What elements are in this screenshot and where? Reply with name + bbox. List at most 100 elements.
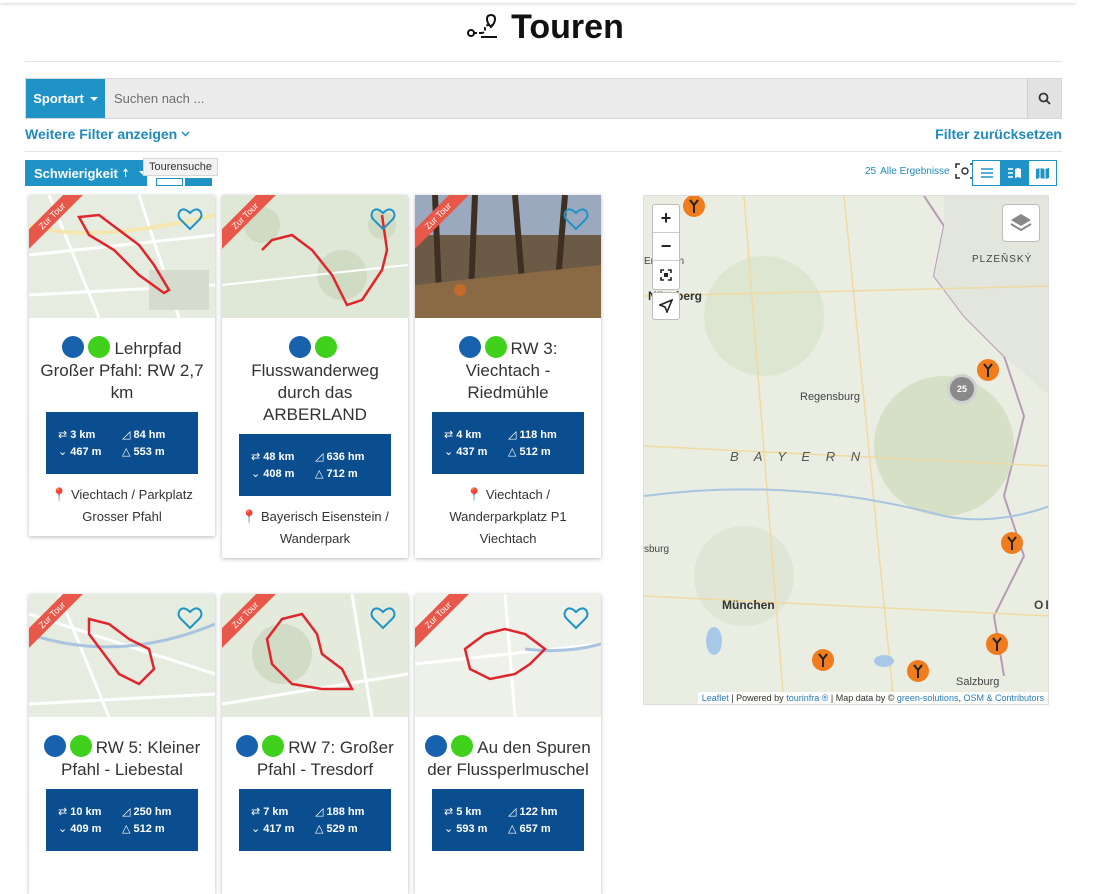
more-filters-link[interactable]: Weitere Filter anzeigen [25,126,190,142]
tour-marker-pin[interactable] [985,632,1009,656]
hiking-icon [289,336,311,358]
heart-icon[interactable] [370,207,396,231]
leaflet-link[interactable]: Leaflet [702,693,729,703]
heart-icon[interactable] [177,606,203,630]
tour-max-alt: 529 m [326,822,358,835]
ascent-icon: ◿ [315,806,324,818]
osm-link[interactable]: OSM & Contributors [963,693,1044,703]
list-icon [980,168,993,178]
search-input[interactable] [105,79,1027,118]
difficulty-easy-icon [262,735,285,757]
location-pin-icon: 📍 [241,509,258,524]
map-label-regensburg: Regensburg [800,391,860,403]
reset-filters-link[interactable]: Filter zurücksetzen [935,126,1062,142]
min-altitude-icon: ⌄ [58,446,68,458]
tour-max-alt: 512 m [133,822,165,835]
locate-button[interactable] [652,292,680,320]
difficulty-easy-icon [315,336,337,358]
fullscreen-button[interactable] [653,261,679,289]
tour-map-thumbnail: Zur Tour [415,594,601,717]
tour-ascent: 188 hm [326,805,365,818]
max-altitude-icon: △ [122,823,131,835]
max-altitude-icon: △ [315,468,324,480]
tour-card[interactable]: Zur Tour RW 5: Kleiner Pfahl - Liebestal… [29,594,215,894]
tour-card[interactable]: Zur Tour RW 3: Viechtach - Riedmühle ⇄ 4 … [415,195,601,558]
tour-title: Flusswanderweg durch das ARBERLAND [222,318,408,434]
max-altitude-icon: △ [315,823,324,835]
toggle-button[interactable] [185,178,212,186]
tour-title: Au den Spuren der Flussperlmuschel [415,717,601,789]
route-icon [467,13,498,38]
tour-stats: ⇄ 3 km ◿ 84 hm ⌄ 467 m △ 553 m [46,412,198,474]
list-map-view-button[interactable] [1000,160,1029,186]
tour-map-thumbnail: Zur Tour [222,195,408,318]
list-view-button[interactable] [972,160,1001,186]
tour-stats: ⇄ 7 km ◿ 188 hm ⌄ 417 m △ 529 m [239,789,391,851]
map-view-button[interactable] [1028,160,1057,186]
distance-icon: ⇄ [251,806,261,818]
difficulty-easy-icon [484,336,507,358]
zoom-out-button[interactable]: − [653,233,679,261]
map-label-ob: OB [1034,598,1048,612]
zoom-controls: + − [652,204,680,290]
max-altitude-icon: △ [508,823,517,835]
hiking-icon [458,336,481,358]
tour-ascent: 250 hm [133,805,172,818]
location-pin-icon: 📍 [51,487,68,502]
max-altitude-icon: △ [508,446,517,458]
tour-marker-pin[interactable] [976,358,1000,382]
heart-icon[interactable] [370,606,396,630]
hiking-icon [425,735,448,757]
tour-distance: 7 km [263,805,289,818]
heart-icon[interactable] [563,207,589,231]
sport-type-label: Sportart [33,91,84,106]
sport-type-dropdown[interactable]: Sportart [26,79,105,118]
heart-icon[interactable] [177,207,203,231]
heart-icon[interactable] [563,606,589,630]
tourinfra-link[interactable]: tourinfra ® [786,693,828,703]
more-filters-label: Weitere Filter anzeigen [25,126,178,142]
attribution-text: | Map data by © [830,693,895,703]
tour-card[interactable]: Zur Tour RW 7: Großer Pfahl - Tresdorf ⇄… [222,594,408,894]
zoom-in-button[interactable]: + [653,205,679,233]
tour-stats: ⇄ 4 km ◿ 118 hm ⌄ 437 m △ 512 m [432,412,584,474]
hiking-icon [43,735,66,757]
distance-icon: ⇄ [251,451,261,463]
tour-card[interactable]: Zur Tour Au den Spuren der Flussperlmusc… [415,594,601,894]
tour-marker-pin[interactable] [1000,531,1024,555]
toggle-button[interactable] [156,178,183,186]
min-altitude-icon: ⌄ [58,823,68,835]
sort-dropdown[interactable]: Schwierigkeit [25,160,147,186]
tour-card[interactable]: Zur Tour Flusswanderweg durch das ARBERL… [222,195,408,558]
difficulty-easy-icon [88,336,111,358]
tour-distance: 10 km [70,805,102,818]
min-altitude-icon: ⌄ [444,446,454,458]
map-label-augsburg: sburg [644,544,670,555]
tour-distance: 5 km [456,805,482,818]
layers-button[interactable] [1002,204,1040,242]
ascent-icon: ◿ [508,806,517,818]
tour-distance: 4 km [456,428,482,441]
map-label-bayern: B A Y E R N [730,449,867,464]
search-button[interactable] [1027,79,1061,118]
marker-cluster[interactable]: 25 [947,374,977,404]
green-solutions-link[interactable]: green-solutions [897,693,959,703]
tour-max-alt: 512 m [519,445,551,458]
tour-marker-pin[interactable] [811,648,835,672]
map-label-munchen: München [722,598,775,612]
hiking-icon [62,336,85,358]
tour-marker-pin[interactable] [682,195,706,218]
map-attribution: Leaflet | Powered by tourinfra ® | Map d… [697,692,1048,704]
tour-min-alt: 467 m [70,445,102,458]
tour-marker-pin[interactable] [906,659,930,683]
location-pin-icon: 📍 [466,487,483,502]
tour-location-text: Bayerisch Eisenstein / Wanderpark [260,509,389,546]
tour-location: 📍 Bayerisch Eisenstein / Wanderpark [222,496,408,558]
tour-distance: 3 km [70,428,96,441]
tour-location: 📍 Viechtach / Wanderparkplatz P1 Viechta… [415,474,601,558]
tour-card[interactable]: Zur Tour Lehrpfad Großer Pfahl: RW 2,7 k… [29,195,215,536]
ascent-icon: ◿ [315,451,324,463]
tour-stats: ⇄ 5 km ◿ 122 hm ⌄ 593 m △ 657 m [432,789,584,851]
tour-map[interactable]: PLZEŇSKÝ Erlangen Nürnberg Regensburg B … [643,195,1049,705]
tour-min-alt: 593 m [456,822,488,835]
